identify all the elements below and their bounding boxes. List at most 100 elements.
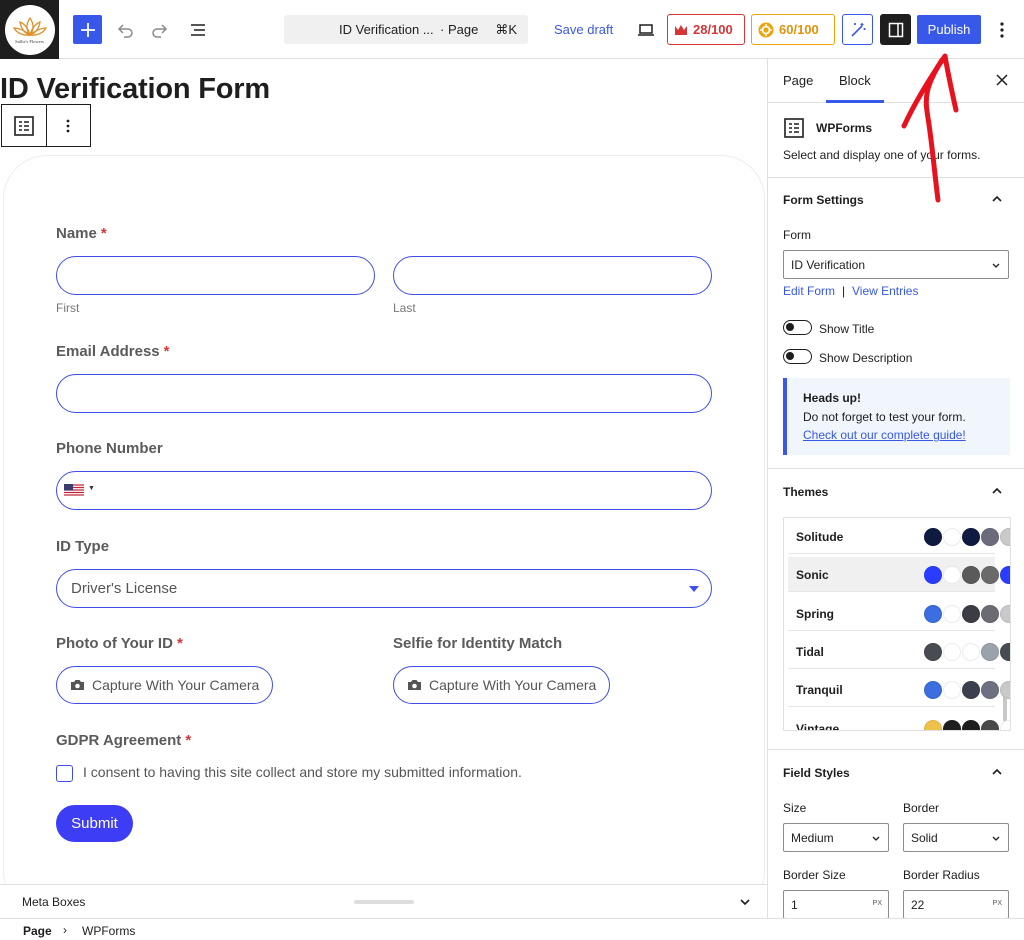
- phone-input[interactable]: ▼: [56, 471, 712, 510]
- theme-row-tranquil[interactable]: Tranquil: [788, 672, 1010, 708]
- color-swatch: [1000, 719, 1010, 730]
- settings-sidebar-toggle[interactable]: [880, 14, 911, 45]
- photo-id-label: Photo of Your ID *: [56, 635, 183, 652]
- border-size-label: Border Size: [783, 868, 846, 882]
- name-label: Name *: [56, 225, 107, 242]
- chevron-down-icon[interactable]: [739, 896, 751, 908]
- add-block-button[interactable]: [73, 15, 102, 44]
- color-swatch: [981, 528, 999, 546]
- email-input[interactable]: [56, 374, 712, 413]
- camera-icon: [71, 680, 84, 690]
- theme-row-spring[interactable]: Spring: [788, 596, 1010, 631]
- theme-name: Vintage: [796, 721, 840, 731]
- edit-form-link[interactable]: Edit Form: [783, 284, 835, 298]
- size-select[interactable]: Medium: [783, 823, 889, 852]
- chevron-up-icon[interactable]: [991, 766, 1003, 778]
- breadcrumb-separator: ›: [63, 923, 67, 937]
- options-menu-button[interactable]: [992, 18, 1012, 42]
- notice-guide-link[interactable]: Check out our complete guide!: [803, 428, 966, 442]
- divider: [768, 749, 1024, 750]
- unit-label: PX: [992, 900, 1002, 907]
- save-draft-button[interactable]: Save draft: [554, 22, 613, 37]
- device-preview-button[interactable]: [634, 18, 658, 42]
- theme-name: Solitude: [796, 530, 844, 544]
- border-radius-label: Border Radius: [903, 868, 980, 882]
- tab-block[interactable]: Block: [839, 73, 871, 88]
- id-type-select[interactable]: Driver's License: [56, 569, 712, 608]
- seo-score-button[interactable]: 28/100: [667, 14, 745, 45]
- show-title-toggle[interactable]: [783, 320, 812, 335]
- gdpr-checkbox[interactable]: [56, 765, 73, 782]
- border-size-input[interactable]: 1 PX: [783, 890, 889, 918]
- magic-wand-icon: [850, 22, 865, 37]
- document-overview-button[interactable]: [186, 18, 210, 42]
- border-radius-input[interactable]: 22 PX: [903, 890, 1009, 918]
- theme-row-solitude[interactable]: Solitude: [788, 519, 1010, 554]
- ai-score-button[interactable]: 60/100: [751, 14, 835, 45]
- field-styles-title[interactable]: Field Styles: [783, 766, 850, 780]
- submit-button[interactable]: Submit: [56, 805, 133, 842]
- color-swatch: [924, 566, 942, 585]
- first-name-input[interactable]: [56, 256, 375, 295]
- chevron-up-icon[interactable]: [991, 193, 1003, 205]
- last-sublabel: Last: [393, 301, 416, 315]
- breadcrumb-block[interactable]: WPForms: [82, 924, 135, 938]
- capture-photo-button[interactable]: Capture With Your Camera: [56, 666, 274, 704]
- form-settings-title[interactable]: Form Settings: [783, 193, 864, 207]
- capture-selfie-button[interactable]: Capture With Your Camera: [393, 666, 611, 704]
- id-type-label: ID Type: [56, 538, 110, 555]
- themes-list[interactable]: Vintage Tranquil Tidal Spring Sonic Solitude: [783, 517, 1011, 731]
- color-swatch: [981, 681, 999, 700]
- meta-boxes-panel[interactable]: Meta Boxes: [0, 884, 767, 918]
- theme-row-sonic[interactable]: Sonic: [788, 557, 1010, 593]
- redo-button[interactable]: [148, 18, 172, 42]
- sidebar-icon: [888, 22, 903, 37]
- publish-button[interactable]: Publish: [917, 15, 981, 44]
- last-name-input[interactable]: [393, 256, 712, 295]
- us-flag-icon[interactable]: [64, 484, 84, 496]
- color-swatch: [943, 566, 961, 585]
- color-swatch: [943, 681, 961, 700]
- site-logo[interactable]: Sullie's Flowers: [0, 0, 59, 59]
- theme-row-tidal[interactable]: Tidal: [788, 634, 1010, 669]
- editor-toolbar: Sullie's Flowers ID Verification ... · P…: [0, 0, 1024, 59]
- show-description-toggle[interactable]: [783, 349, 812, 364]
- chevron-up-icon[interactable]: [991, 485, 1003, 497]
- block-type-button[interactable]: [2, 105, 46, 146]
- laptop-icon: [638, 24, 654, 36]
- gear-icon: [758, 22, 774, 37]
- theme-row-vintage[interactable]: Vintage: [788, 711, 1010, 731]
- form-select-value: ID Verification: [791, 257, 866, 272]
- view-entries-link[interactable]: View Entries: [852, 284, 918, 298]
- page-title[interactable]: ID Verification Form: [0, 73, 270, 106]
- resize-handle[interactable]: [354, 900, 414, 904]
- required-mark: *: [100, 225, 107, 242]
- color-swatch: [962, 604, 980, 623]
- block-options-button[interactable]: [45, 105, 90, 146]
- close-icon[interactable]: [995, 73, 1009, 87]
- color-swatch: [1000, 642, 1010, 661]
- chevron-down-icon: [992, 836, 1000, 841]
- plus-icon: [80, 22, 95, 37]
- breadcrumb-page[interactable]: Page: [23, 924, 52, 938]
- theme-name: Tranquil: [796, 683, 843, 698]
- editor-canvas: ID Verification Form Name * First Last Em…: [0, 59, 767, 884]
- document-type: · Page: [440, 22, 479, 37]
- notice-body: Do not forget to test your form.: [803, 410, 966, 424]
- form-select[interactable]: ID Verification: [783, 250, 1009, 279]
- document-bar[interactable]: ID Verification ... · Page ⌘K: [284, 15, 528, 44]
- country-caret-icon[interactable]: ▼: [88, 485, 95, 492]
- undo-button[interactable]: [113, 18, 137, 42]
- tab-page[interactable]: Page: [783, 73, 813, 88]
- color-swatch: [924, 528, 942, 546]
- border-select[interactable]: Solid: [903, 823, 1009, 852]
- theme-name: Sonic: [796, 568, 829, 583]
- divider: [768, 468, 1024, 469]
- ai-tools-button[interactable]: [842, 14, 873, 45]
- themes-title[interactable]: Themes: [783, 485, 828, 499]
- seo-score-value: 28/100: [693, 22, 733, 37]
- color-swatch: [1000, 681, 1010, 700]
- form-label: Form: [783, 228, 811, 242]
- lotus-icon: [12, 16, 47, 36]
- ai-score-value: 60/100: [779, 22, 819, 37]
